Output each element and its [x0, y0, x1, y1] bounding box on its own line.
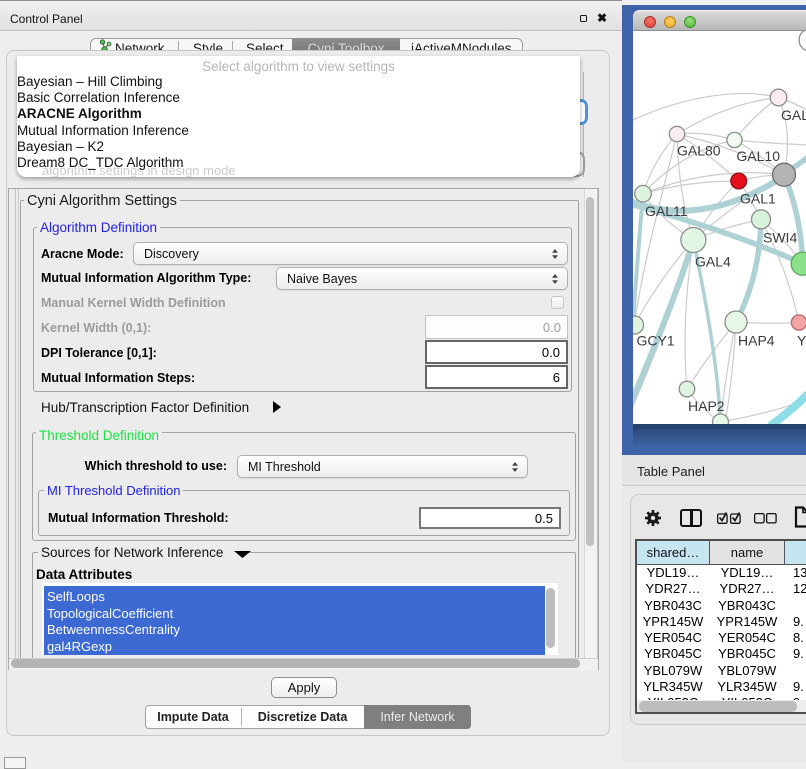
svg-text:SWI4: SWI4 [763, 230, 797, 246]
svg-text:HAP2: HAP2 [688, 398, 725, 414]
svg-text:GCY1: GCY1 [637, 333, 675, 349]
svg-text:GAL1: GAL1 [740, 191, 776, 207]
svg-text:GAL10: GAL10 [736, 148, 780, 164]
svg-text:Y: Y [797, 333, 806, 349]
svg-text:GAL2: GAL2 [781, 107, 806, 123]
svg-text:GAL4: GAL4 [695, 254, 731, 270]
svg-text:HAP4: HAP4 [738, 333, 775, 349]
svg-text:GAL80: GAL80 [677, 143, 721, 159]
svg-text:GAL11: GAL11 [645, 203, 688, 219]
